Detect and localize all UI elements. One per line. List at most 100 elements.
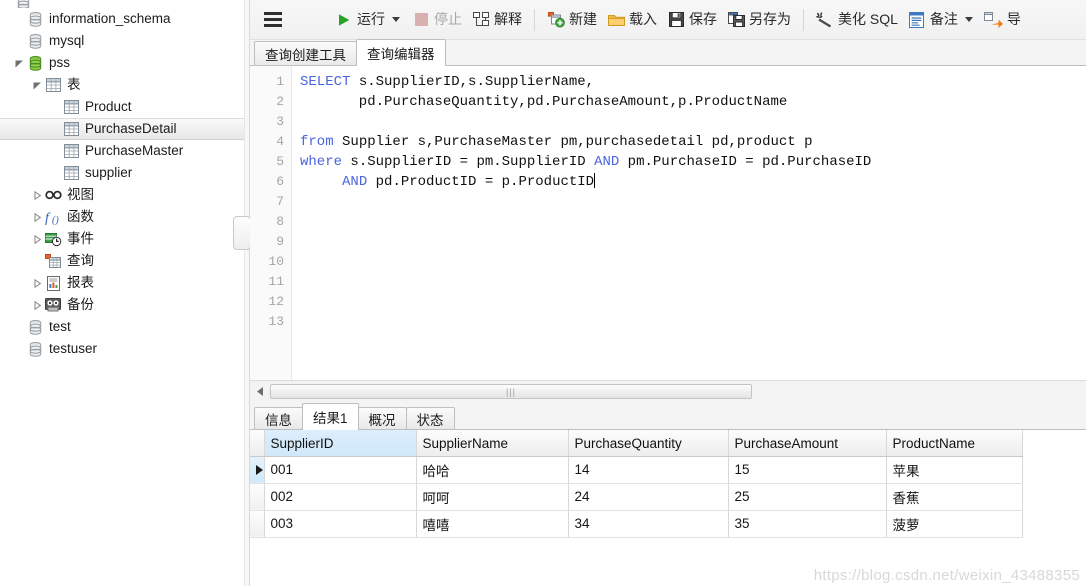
column-header[interactable]: PurchaseAmount [728,430,886,456]
new-icon [548,12,565,28]
sidebar-item--[interactable]: 备份 [0,294,244,316]
sidebar-item-information_schema[interactable]: information_schema [0,8,244,30]
code-line[interactable] [300,312,1086,332]
sidebar-item-label: test [49,320,71,335]
column-header[interactable]: PurchaseQuantity [568,430,728,456]
table-row[interactable]: 001哈哈1415苹果 [250,456,1022,483]
sidebar-item-mysql[interactable]: mysql [0,30,244,52]
sidebar-item-supplier[interactable]: supplier [0,162,244,184]
horizontal-scroll-thumb[interactable]: ||| [270,384,752,399]
sidebar-item--[interactable]: 事件 [0,228,244,250]
chevron-down-icon[interactable] [392,17,400,22]
sidebar-item--[interactable]: 视图 [0,184,244,206]
toolbar-load-folder-button[interactable]: 载入 [602,5,662,35]
toolbar-play-button[interactable]: 运行 [330,5,407,35]
table-cell[interactable]: 25 [728,483,886,510]
twisty-collapsed-icon[interactable] [30,279,44,288]
table-cell[interactable]: 菠萝 [886,510,1022,537]
sidebar-item--[interactable]: 表 [0,74,244,96]
table-cell[interactable]: 15 [728,456,886,483]
result-tab-1[interactable]: 结果1 [302,403,359,429]
table-cell[interactable]: 嘻嘻 [416,510,568,537]
sidebar-item-purchasemaster[interactable]: PurchaseMaster [0,140,244,162]
editor-tabstrip[interactable]: 查询创建工具查询编辑器 [250,40,1086,66]
result-tab-0[interactable]: 信息 [254,407,303,429]
object-tree-sidebar[interactable]: information_schemamysqlpss表ProductPurcha… [0,0,244,586]
code-line[interactable]: pd.PurchaseQuantity,pd.PurchaseAmount,p.… [300,92,1086,112]
code-line[interactable] [300,252,1086,272]
sidebar-item--[interactable]: 报表 [0,272,244,294]
twisty-collapsed-icon[interactable] [30,301,44,310]
sidebar-item-product[interactable]: Product [0,96,244,118]
result-grid[interactable]: SupplierIDSupplierNamePurchaseQuantityPu… [250,430,1086,586]
code-line[interactable] [300,292,1086,312]
svg-text:(): () [52,215,59,225]
table-cell[interactable]: 哈哈 [416,456,568,483]
toolbar-new-button[interactable]: 新建 [542,5,602,35]
code-line[interactable] [300,212,1086,232]
table-cell[interactable]: 34 [568,510,728,537]
twisty-collapsed-icon[interactable] [30,235,44,244]
result-tabstrip[interactable]: 信息结果1概况状态 [250,402,1086,430]
table-cell[interactable]: 003 [264,510,416,537]
sidebar-item-testuser[interactable]: testuser [0,338,244,360]
column-header[interactable]: ProductName [886,430,1022,456]
table-cell[interactable]: 呵呵 [416,483,568,510]
table-cell[interactable]: 001 [264,456,416,483]
toolbar-save-button[interactable]: 保存 [662,5,722,35]
code-line[interactable] [300,272,1086,292]
toolbar-comment-button[interactable]: 备注 [903,5,980,35]
table-cell[interactable]: 苹果 [886,456,1022,483]
watermark-text: https://blog.csdn.net/weixin_43488355 [814,567,1080,584]
sql-editor[interactable]: 12345678910111213 SELECT s.SupplierID,s.… [250,66,1086,380]
code-line[interactable]: where s.SupplierID = pm.SupplierID AND p… [300,152,1086,172]
code-line[interactable]: SELECT s.SupplierID,s.SupplierName, [300,72,1086,92]
table-row[interactable]: 002呵呵2425香蕉 [250,483,1022,510]
twisty-collapsed-icon[interactable] [30,213,44,222]
editor-tab-0[interactable]: 查询创建工具 [254,41,357,65]
toolbar-beautify-button[interactable]: 美化 SQL [811,5,903,35]
twisty-expanded-icon[interactable] [12,59,26,68]
query-editor-pane: 运行停止解释新建载入保存另存为美化 SQL备注导 查询创建工具查询编辑器 123… [250,0,1086,586]
sidebar-item-purchasedetail[interactable]: PurchaseDetail [0,118,244,140]
sidebar-item--[interactable]: 查询 [0,250,244,272]
code-line[interactable]: AND pd.ProductID = p.ProductID [300,172,1086,192]
row-indicator[interactable] [250,456,264,483]
toolbar-stop-button[interactable]: 停止 [407,5,467,35]
table-icon [64,144,79,158]
splitter-handle[interactable] [233,216,251,250]
code-line[interactable] [300,192,1086,212]
toolbar-explain-button[interactable]: 解释 [467,5,527,35]
chevron-down-icon[interactable] [965,17,973,22]
code-line[interactable] [300,112,1086,132]
table-cell[interactable]: 35 [728,510,886,537]
table-cell[interactable]: 14 [568,456,728,483]
toolbar-save-as-button[interactable]: 另存为 [722,5,796,35]
code-line[interactable]: from Supplier s,PurchaseMaster pm,purcha… [300,132,1086,152]
load-folder-icon [608,13,625,27]
sidebar-item--[interactable]: f()函数 [0,206,244,228]
scroll-left-arrow[interactable] [252,384,268,400]
sidebar-item-test[interactable]: test [0,316,244,338]
sql-code-area[interactable]: SELECT s.SupplierID,s.SupplierName, pd.P… [292,66,1086,380]
table-cell[interactable]: 香蕉 [886,483,1022,510]
table-cell[interactable]: 24 [568,483,728,510]
column-header[interactable]: SupplierName [416,430,568,456]
query-toolbar[interactable]: 运行停止解释新建载入保存另存为美化 SQL备注导 [250,0,1086,40]
sidebar-item-pss[interactable]: pss [0,52,244,74]
result-tab-3[interactable]: 状态 [406,407,455,429]
result-tab-2[interactable]: 概况 [358,407,407,429]
column-header[interactable]: SupplierID [264,430,416,456]
row-indicator[interactable] [250,483,264,510]
code-line[interactable] [300,232,1086,252]
table-row[interactable]: 003嘻嘻3435菠萝 [250,510,1022,537]
toolbar-export-button[interactable]: 导 [980,5,1026,35]
twisty-expanded-icon[interactable] [30,81,44,90]
result-table[interactable]: SupplierIDSupplierNamePurchaseQuantityPu… [250,430,1023,538]
table-cell[interactable]: 002 [264,483,416,510]
editor-tab-1[interactable]: 查询编辑器 [356,39,446,65]
twisty-collapsed-icon[interactable] [30,191,44,200]
hamburger-icon[interactable] [264,12,282,27]
editor-horizontal-scrollbar[interactable]: ||| [250,380,1086,402]
row-indicator[interactable] [250,510,264,537]
